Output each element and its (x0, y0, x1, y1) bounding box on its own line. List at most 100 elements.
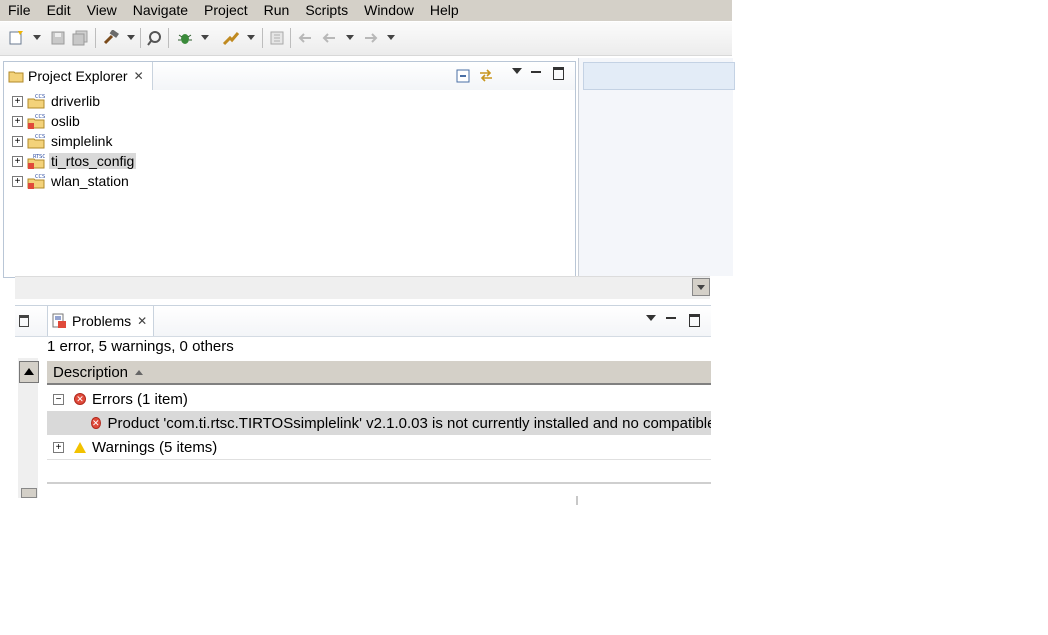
scroll-up-button[interactable] (19, 361, 39, 383)
scroll-thumb[interactable] (21, 488, 37, 498)
ccs-project-icon: CCS (27, 94, 45, 109)
problems-tab-bar: Problems ✕ (15, 306, 711, 337)
warning-icon (74, 441, 86, 453)
flash-icon[interactable] (222, 30, 240, 46)
toolbar-separator (95, 28, 96, 48)
rtsc-project-icon: RTSC (27, 154, 45, 169)
minimize-icon[interactable] (666, 317, 676, 319)
expand-icon[interactable]: + (12, 115, 23, 127)
debug-bug-icon[interactable] (176, 30, 194, 46)
problems-summary: 1 error, 5 warnings, 0 others (47, 338, 234, 355)
project-label: ti_rtos_config (49, 153, 137, 169)
forward-arrow-icon[interactable] (362, 30, 380, 46)
problem-description: Product 'com.ti.rtsc.TIRTOSsimplelink' v… (107, 414, 711, 432)
project-label: driverlib (51, 93, 101, 109)
editor-tab-bar (583, 62, 735, 90)
tab-project-explorer[interactable]: Project Explorer ✕ (4, 62, 153, 90)
editor-area (578, 58, 735, 276)
ccs-project-error-icon: CCS (27, 114, 45, 129)
errors-group-row[interactable]: − ✕ Errors (1 item) (47, 387, 711, 411)
menu-help[interactable]: Help (422, 0, 467, 21)
tree-item-wlan-station[interactable]: + CCS wlan_station (12, 171, 131, 191)
view-menu-icon[interactable] (512, 68, 522, 74)
build-dropdown-arrow[interactable] (127, 35, 135, 40)
svg-text:RTSC: RTSC (33, 154, 45, 160)
back-arrow-icon[interactable] (320, 30, 338, 46)
tab-label: Problems (72, 313, 132, 329)
close-icon[interactable]: ✕ (137, 314, 147, 328)
explorer-tab-bar: Project Explorer ✕ (4, 62, 575, 90)
search-icon[interactable] (146, 30, 164, 46)
group-label: Errors (1 item) (92, 390, 188, 408)
menu-run[interactable]: Run (256, 0, 298, 21)
sort-ascending-icon (135, 369, 144, 375)
toolbar-separator (262, 28, 263, 48)
menu-file[interactable]: File (0, 0, 39, 21)
close-icon[interactable]: ✕ (134, 69, 144, 83)
menu-window[interactable]: Window (356, 0, 422, 21)
folder-icon (8, 71, 24, 83)
menu-navigate[interactable]: Navigate (125, 0, 196, 21)
warnings-group-row[interactable]: + Warnings (5 items) (47, 435, 711, 459)
restore-icon[interactable] (19, 315, 29, 327)
group-label: Warnings (5 items) (92, 438, 218, 456)
ccs-project-icon: CCS (27, 134, 45, 149)
expand-icon[interactable]: + (12, 95, 23, 107)
forward-dropdown-arrow[interactable] (387, 35, 395, 40)
main-toolbar (0, 22, 732, 56)
toggle-view-icon[interactable] (268, 30, 286, 46)
debug-dropdown-arrow[interactable] (201, 35, 209, 40)
column-header-description[interactable]: Description (47, 361, 711, 385)
chevron-down-icon (697, 285, 705, 290)
new-file-icon[interactable] (8, 30, 26, 46)
toolbar-separator (168, 28, 169, 48)
tree-item-driverlib[interactable]: + CCS driverlib (12, 91, 102, 111)
error-item-row[interactable]: ✕ Product 'com.ti.rtsc.TIRTOSsimplelink'… (47, 411, 711, 435)
svg-text:CCS: CCS (35, 174, 45, 180)
menu-project[interactable]: Project (196, 0, 256, 21)
row-divider (47, 482, 711, 484)
error-icon: ✕ (74, 393, 86, 405)
minimize-icon[interactable] (531, 71, 541, 73)
maximize-icon[interactable] (689, 314, 700, 327)
svg-text:CCS: CCS (35, 114, 45, 120)
scroll-down-button[interactable] (692, 278, 710, 296)
expand-icon[interactable]: + (12, 155, 23, 167)
problems-icon (52, 313, 66, 328)
view-menu-icon[interactable] (646, 315, 656, 321)
collapse-all-icon[interactable] (456, 69, 470, 83)
column-label: Description (53, 363, 129, 381)
tree-item-ti-rtos-config[interactable]: + RTSC ti_rtos_config (12, 151, 137, 171)
problems-view: Problems ✕ 1 error, 5 warnings, 0 others… (15, 305, 711, 506)
menu-scripts[interactable]: Scripts (297, 0, 356, 21)
collapse-icon[interactable]: − (53, 393, 64, 405)
vertical-scrollbar[interactable] (18, 358, 39, 498)
maximize-icon[interactable] (553, 67, 564, 80)
expand-icon[interactable]: + (12, 175, 23, 187)
tree-item-oslib[interactable]: + CCS oslib (12, 111, 82, 131)
menu-edit[interactable]: Edit (39, 0, 79, 21)
project-label: oslib (51, 113, 80, 129)
toolbar-separator (140, 28, 141, 48)
menu-view[interactable]: View (79, 0, 125, 21)
ccs-project-error-icon: CCS (27, 174, 45, 189)
project-label: simplelink (51, 133, 113, 149)
tab-problems[interactable]: Problems ✕ (47, 306, 155, 336)
flash-dropdown-arrow[interactable] (247, 35, 255, 40)
chevron-up-icon (24, 368, 34, 375)
expand-icon[interactable]: + (53, 441, 64, 453)
project-explorer-view: Project Explorer ✕ + CCS driverlib + CCS… (3, 61, 576, 278)
back-dropdown-arrow[interactable] (346, 35, 354, 40)
save-icon[interactable] (50, 30, 68, 46)
sash-divider (576, 496, 578, 505)
tree-item-simplelink[interactable]: + CCS simplelink (12, 131, 114, 151)
new-dropdown-arrow[interactable] (33, 35, 41, 40)
save-all-icon[interactable] (72, 30, 90, 46)
expand-icon[interactable]: + (12, 135, 23, 147)
build-hammer-icon[interactable] (102, 30, 120, 46)
last-edit-icon[interactable] (296, 30, 314, 46)
svg-text:CCS: CCS (35, 134, 45, 140)
row-divider (47, 459, 711, 460)
horizontal-scrollbar[interactable] (15, 276, 710, 299)
link-with-editor-icon[interactable] (478, 67, 494, 83)
